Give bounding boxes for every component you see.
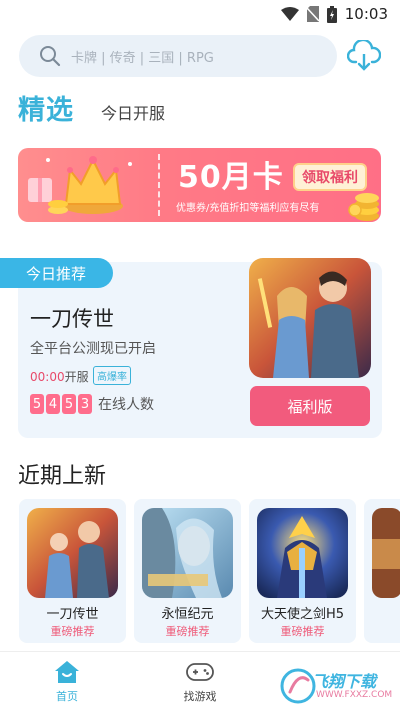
nav-home-label: 首页 bbox=[56, 690, 78, 703]
high-drop-rate-tag: 高爆率 bbox=[93, 366, 131, 385]
watermark-text: 飞翔下载 bbox=[312, 672, 377, 691]
nav-home[interactable]: 首页 bbox=[27, 660, 107, 704]
game-name: 一刀传世 bbox=[46, 607, 99, 622]
game-icon-yidaochuanshi[interactable] bbox=[249, 258, 371, 378]
nav-find-game[interactable]: 找游戏 bbox=[160, 660, 240, 704]
game-card-2[interactable]: 永恒纪元 重磅推荐 bbox=[134, 499, 241, 643]
recent-section-title: 近期上新 bbox=[18, 464, 107, 489]
home-icon bbox=[55, 661, 79, 683]
online-digit: 5 bbox=[30, 394, 44, 414]
welfare-version-button[interactable]: 福利版 bbox=[250, 386, 370, 426]
game-name: 永恒纪元 bbox=[161, 607, 214, 622]
banner-subtext: 优惠券/充值折扣等福利应有尽有 bbox=[176, 203, 320, 214]
game-card-partial[interactable] bbox=[364, 499, 400, 643]
game-icon-partial bbox=[372, 508, 400, 598]
today-recommend-badge: 今日推荐 bbox=[0, 258, 113, 288]
search-placeholder: 卡牌 | 传奇 | 三国 | RPG bbox=[71, 50, 214, 66]
game-tag: 重磅推荐 bbox=[165, 625, 210, 638]
crown-gift-illustration bbox=[28, 156, 132, 214]
game-tag: 重磅推荐 bbox=[280, 625, 325, 638]
online-digit: 4 bbox=[46, 394, 60, 414]
open-time: 00:00 bbox=[30, 370, 65, 384]
status-bar: 10:03 bbox=[0, 0, 400, 28]
open-suffix: 开服 bbox=[64, 370, 89, 384]
banner-divider bbox=[158, 154, 160, 216]
online-digit: 3 bbox=[78, 394, 92, 414]
tab-featured[interactable]: 精选 bbox=[18, 88, 74, 127]
game-icon-datianshizhijian bbox=[257, 508, 348, 598]
online-label: 在线人数 bbox=[98, 397, 154, 413]
banner-headline: 50月卡 bbox=[178, 160, 284, 195]
recommend-game-title[interactable]: 一刀传世 bbox=[30, 303, 114, 333]
monthly-card-banner[interactable]: 50月卡 领取福利 优惠券/充值折扣等福利应有尽有 bbox=[18, 148, 381, 222]
tab-today-open[interactable]: 今日开服 bbox=[101, 100, 165, 124]
nav-find-label: 找游戏 bbox=[183, 690, 217, 703]
online-digit: 5 bbox=[62, 394, 76, 414]
coins-illustration bbox=[348, 193, 379, 221]
wifi-icon bbox=[280, 7, 299, 21]
gamepad-icon bbox=[186, 663, 214, 681]
game-name: 大天使之剑H5 bbox=[260, 607, 345, 622]
battery-icon bbox=[326, 5, 337, 23]
no-sim-icon bbox=[306, 6, 319, 22]
game-card-3[interactable]: 大天使之剑H5 重磅推荐 bbox=[249, 499, 356, 643]
game-card-1[interactable]: 一刀传世 重磅推荐 bbox=[19, 499, 126, 643]
online-count: 5 4 5 3 在线人数 bbox=[30, 394, 154, 414]
search-bar[interactable]: 卡牌 | 传奇 | 三国 | RPG bbox=[19, 35, 337, 77]
open-server-time: 00:00开服 bbox=[30, 368, 89, 385]
game-icon-yonghengjiyuan bbox=[142, 508, 233, 598]
game-icon-yidaochuanshi bbox=[27, 508, 118, 598]
clock: 10:03 bbox=[344, 5, 388, 23]
search-icon bbox=[40, 46, 61, 67]
game-tag: 重磅推荐 bbox=[50, 625, 95, 638]
watermark-url: WWW.FXXZ.COM bbox=[316, 690, 393, 700]
recommend-game-description: 全平台公测现已开启 bbox=[30, 341, 156, 357]
cloud-download-icon[interactable] bbox=[347, 40, 381, 72]
